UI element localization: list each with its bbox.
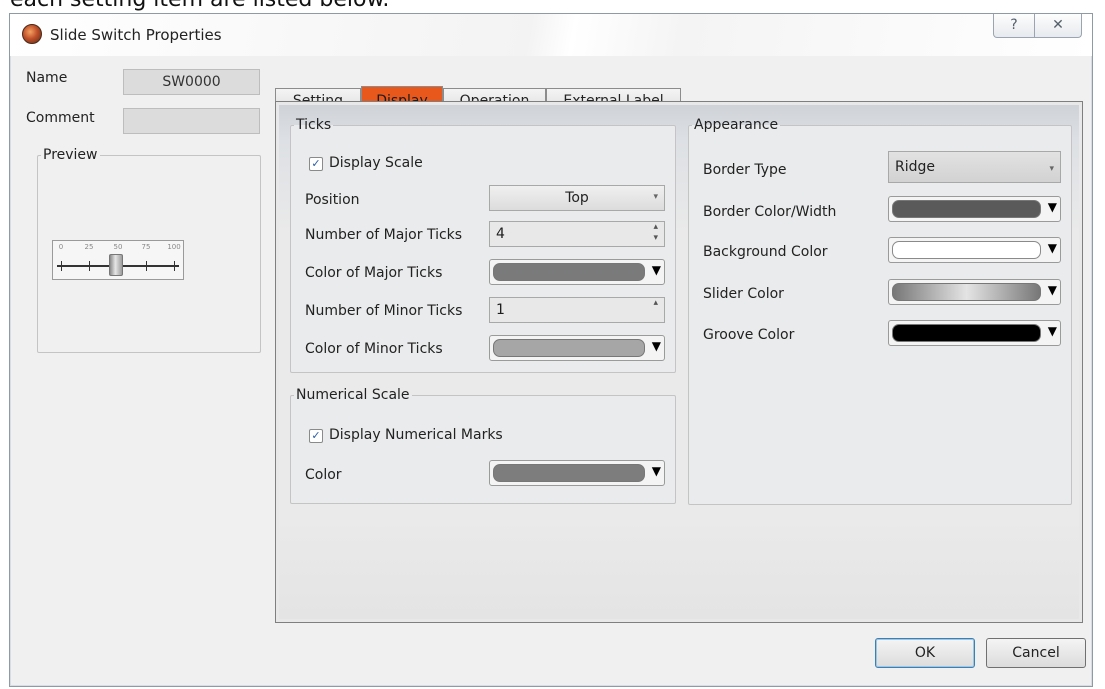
title-bar: Slide Switch Properties ? ✕ xyxy=(10,14,1092,56)
numerical-scale-legend: Numerical Scale xyxy=(296,387,410,403)
background-color-label: Background Color xyxy=(703,244,828,260)
preview-slider-knob xyxy=(109,254,123,276)
numerical-color-swatch xyxy=(493,464,645,482)
preview-scale-label: 75 xyxy=(141,243,151,251)
display-tab-panel: Ticks ✓ Display Scale Position Top ▾ Num… xyxy=(275,101,1083,623)
slider-color-label: Slider Color xyxy=(703,286,784,302)
help-button[interactable]: ? xyxy=(993,14,1035,38)
major-ticks-spinner[interactable]: 4 ▴ ▾ xyxy=(489,221,665,247)
help-icon: ? xyxy=(1010,17,1018,33)
minor-ticks-color-swatch xyxy=(493,339,645,357)
preview-slide-switch: 0 25 50 75 100 xyxy=(52,240,184,280)
border-type-label: Border Type xyxy=(703,162,787,178)
numerical-scale-group: Numerical Scale xyxy=(290,387,676,504)
comment-label: Comment xyxy=(26,110,95,126)
groove-color-swatch xyxy=(892,324,1041,342)
numerical-color-picker[interactable]: ▼ xyxy=(489,460,665,486)
document-header-text: each setting item are listed below. xyxy=(10,0,389,12)
dropdown-arrow-icon: ▼ xyxy=(1047,324,1057,338)
slider-color-swatch xyxy=(892,283,1041,301)
dropdown-arrow-icon: ▼ xyxy=(1047,283,1057,297)
border-type-value: Ridge xyxy=(895,159,936,175)
major-ticks-color-swatch xyxy=(493,263,645,281)
dropdown-arrow-icon: ▼ xyxy=(651,263,661,277)
window-title: Slide Switch Properties xyxy=(50,26,222,44)
minor-ticks-color-picker[interactable]: ▼ xyxy=(489,335,665,361)
position-select[interactable]: Top ▾ xyxy=(489,185,665,211)
cancel-button[interactable]: Cancel xyxy=(986,638,1086,668)
minor-ticks-color-label: Color of Minor Ticks xyxy=(305,341,443,357)
dropdown-arrow-icon: ▼ xyxy=(1047,200,1057,214)
preview-tick xyxy=(174,261,175,271)
preview-scale-label: 50 xyxy=(113,243,123,251)
dropdown-arrow-icon: ▼ xyxy=(651,464,661,478)
groove-color-picker[interactable]: ▼ xyxy=(888,320,1061,346)
display-scale-checkbox[interactable]: ✓ xyxy=(309,157,323,171)
dropdown-arrow-icon: ▼ xyxy=(1047,241,1057,255)
numerical-color-label: Color xyxy=(305,467,342,483)
position-value: Top xyxy=(565,190,589,206)
slide-switch-properties-dialog: Slide Switch Properties ? ✕ Name SW0000 … xyxy=(9,13,1093,687)
appearance-legend: Appearance xyxy=(694,117,779,133)
close-button[interactable]: ✕ xyxy=(1034,14,1082,38)
spinner-arrows-icon[interactable]: ▴ ▾ xyxy=(653,222,658,244)
groove-color-label: Groove Color xyxy=(703,327,795,343)
preview-tick xyxy=(61,261,62,271)
display-scale-label: Display Scale xyxy=(329,155,423,171)
major-ticks-count-label: Number of Major Ticks xyxy=(305,227,463,243)
app-icon xyxy=(22,24,42,44)
minor-ticks-count-value: 1 xyxy=(496,302,505,318)
display-numerical-marks-checkbox[interactable]: ✓ xyxy=(309,429,323,443)
preview-tick xyxy=(146,261,147,271)
preview-scale-label: 25 xyxy=(84,243,94,251)
comment-field[interactable] xyxy=(123,108,260,134)
background-color-picker[interactable]: ▼ xyxy=(888,237,1061,263)
major-ticks-count-value: 4 xyxy=(496,226,505,242)
border-color-width-label: Border Color/Width xyxy=(703,204,837,220)
border-color-swatch xyxy=(892,200,1041,218)
chevron-down-icon: ▾ xyxy=(1049,164,1054,174)
slider-color-picker[interactable]: ▼ xyxy=(888,279,1061,305)
ok-button[interactable]: OK xyxy=(875,638,975,668)
display-numerical-marks-label: Display Numerical Marks xyxy=(329,427,503,443)
chevron-down-icon: ▾ xyxy=(653,192,658,202)
preview-scale-label: 100 xyxy=(167,243,181,251)
minor-ticks-spinner[interactable]: 1 ▴ xyxy=(489,297,665,323)
border-type-select[interactable]: Ridge ▾ xyxy=(888,151,1061,183)
spinner-up-icon[interactable]: ▴ xyxy=(653,298,658,309)
close-icon: ✕ xyxy=(1052,17,1064,33)
name-label: Name xyxy=(26,70,68,86)
background-color-swatch xyxy=(892,241,1041,259)
panel-body: Ticks ✓ Display Scale Position Top ▾ Num… xyxy=(279,105,1079,619)
major-ticks-color-label: Color of Major Ticks xyxy=(305,265,443,281)
border-color-picker[interactable]: ▼ xyxy=(888,196,1061,222)
minor-ticks-count-label: Number of Minor Ticks xyxy=(305,303,463,319)
major-ticks-color-picker[interactable]: ▼ xyxy=(489,259,665,285)
dropdown-arrow-icon: ▼ xyxy=(651,339,661,353)
preview-legend: Preview xyxy=(43,147,98,163)
position-label: Position xyxy=(305,192,360,208)
preview-tick xyxy=(89,261,90,271)
ticks-legend: Ticks xyxy=(296,117,332,133)
name-field[interactable]: SW0000 xyxy=(123,69,260,95)
preview-scale-label: 0 xyxy=(58,243,64,251)
